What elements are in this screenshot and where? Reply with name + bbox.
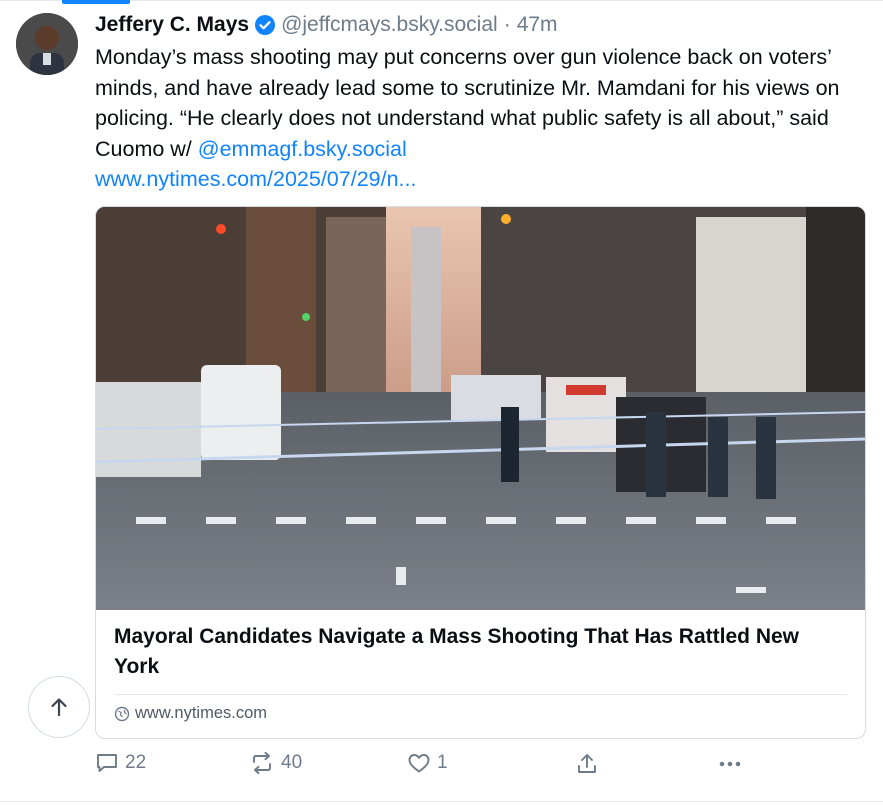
post-header: Jeffery C. Mays @jeffcmays.bsky.social ·… [95,10,870,40]
domain-text: www.nytimes.com [135,704,268,722]
post-text: Monday’s mass shooting may put concerns … [95,42,870,195]
article-url-link[interactable]: www.nytimes.com/2025/07/29/n... [95,167,416,191]
link-card[interactable]: Mayoral Candidates Navigate a Mass Shoot… [95,206,866,739]
avatar-image [16,13,78,75]
author-handle[interactable]: @jeffcmays.bsky.social [281,10,498,40]
avatar[interactable] [16,13,78,75]
card-divider [114,694,847,695]
reply-count: 22 [125,752,147,773]
like-button[interactable]: 1 [407,752,448,774]
author-name[interactable]: Jeffery C. Mays [95,10,249,40]
repost-button[interactable]: 40 [249,752,302,774]
top-divider [0,0,883,1]
repost-count: 40 [281,752,303,773]
article-thumbnail [96,207,865,610]
share-button[interactable] [575,752,605,776]
mention-link[interactable]: @emmagf.bsky.social [198,137,407,161]
share-upload-icon [578,754,596,773]
more-options-button[interactable] [717,752,749,776]
separator-dot: · [503,13,511,36]
speech-bubble-icon [97,754,117,772]
post-actions: 22 40 1 [95,752,755,786]
globe-icon [114,706,130,721]
article-domain: www.nytimes.com [114,704,267,723]
reply-button[interactable]: 22 [95,752,146,774]
ellipsis-icon [719,761,741,767]
verified-check-icon [255,15,276,35]
like-count: 1 [437,752,448,773]
active-tab-indicator [62,0,130,4]
heart-icon [408,754,430,773]
post-timestamp[interactable]: 47m [517,10,558,40]
post: Jeffery C. Mays @jeffcmays.bsky.social ·… [95,10,870,195]
repost-arrows-icon [253,752,271,774]
arrow-up-icon [51,698,67,717]
bottom-divider [0,801,883,802]
article-title[interactable]: Mayoral Candidates Navigate a Mass Shoot… [114,622,834,682]
scroll-to-top-button[interactable] [28,676,90,738]
